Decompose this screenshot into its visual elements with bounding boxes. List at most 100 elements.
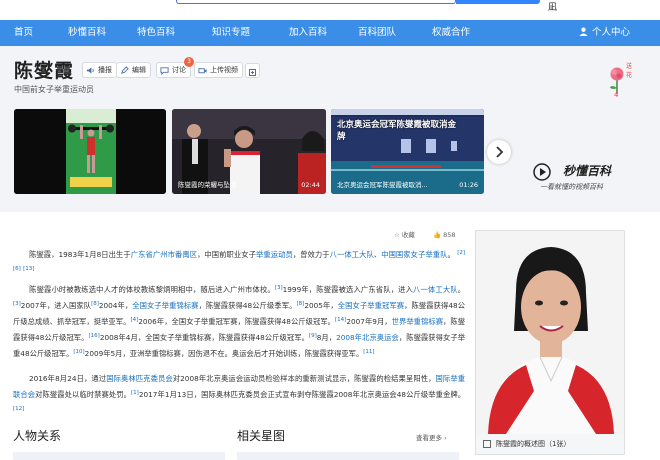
link-world-championship[interactable]: 世界举重锦标赛 [392,317,443,326]
view-more-label: 查看更多 [416,434,442,442]
play-logo-icon [533,163,551,181]
nav-item-join[interactable]: 加入百科 [289,20,327,46]
search-input[interactable] [176,0,456,4]
text: ，中国前职业女子 [197,250,256,259]
video-3-banner: 北京奥运会冠军陈燮霞被取消金牌 [337,120,457,142]
text: 2008年4月，全国女子举重锦标赛，陈燮霞获得48公斤级冠军。 [99,333,309,342]
link-national-champion-cup[interactable]: 全国女子举重冠军赛 [338,301,404,310]
chat-bubble-icon [160,67,169,75]
nav-item-team[interactable]: 百科团队 [358,20,396,46]
collect-button[interactable]: ☆ 收藏 [394,231,423,239]
video-2-duration: 02:44 [301,181,320,189]
broadcast-button[interactable]: 播报 [82,62,117,78]
summary-paragraph-3: 2016年8月24日，通过国际奥林匹克委员会对2008年北京奥运会运动员检验样本… [13,371,465,418]
link-national-team[interactable]: 中国国家女子举重队 [381,250,447,259]
section-title-album: 相关星图 [237,429,286,443]
discuss-label: 讨论 [172,66,186,74]
link-beijing-olympics[interactable]: 2008年北京奥运会 [336,333,399,342]
citation-ref[interactable]: [13] [23,266,34,272]
link-ioc[interactable]: 国际奥林匹克委员会 [106,374,173,383]
brand-slogan: 一看就懂的视频百科 [540,183,603,191]
like-button[interactable]: 👍 858 [433,231,464,239]
portrait-image [476,231,624,434]
add-button[interactable] [245,63,260,78]
citation-ref[interactable]: [3] [13,301,21,307]
citation-ref[interactable]: [1] [131,390,139,396]
nav-item-miaodong[interactable]: 秒懂百科 [68,20,106,46]
citation-ref[interactable]: [8] [91,301,99,307]
search-button[interactable] [456,0,540,4]
text: 2007年，进入国家队 [20,301,92,310]
top-cut-text: 凪 [548,3,558,13]
citation-ref[interactable]: [9] [309,333,317,339]
video-2-caption: 陈燮霞的荣耀与坠落 [178,181,237,189]
plus-icon [249,69,256,76]
citation-ref[interactable]: [16] [89,333,100,339]
photo-caption: 陈燮霞的概述图（1张） [496,440,571,448]
video-thumbnail-3[interactable]: 北京奥运会冠军陈燮霞被取消金牌 北京奥运会冠军陈燮霞被取消... 01:26 [331,109,484,194]
video-next-button[interactable] [487,140,511,164]
citation-ref[interactable]: [11] [363,349,374,355]
citation-ref[interactable]: [12] [13,406,24,412]
send-flower-button[interactable]: 送花 4 [604,60,634,102]
section-title-relations: 人物关系 [13,429,62,443]
text: ，曾效力于 [292,250,330,259]
discuss-count-badge: 3 [184,57,194,67]
summary-paragraph-1: 陈燮霞，1983年1月8日出生于广东省广州市番禺区，中国前职业女子举重运动员，曾… [13,246,465,278]
page-title: 陈燮霞 [14,60,75,82]
text: ，陈燮霞获得48公斤级季军。 [198,301,297,310]
video-thumbnail-2[interactable]: 陈燮霞的荣耀与坠落 02:44 [172,109,326,194]
text: 陈燮霞小时被教练选中人才的体校教练黎炳明相中，随后进入广州市体校。 [29,285,275,294]
text: 2016年8月24日，通过 [29,374,107,383]
text: 1999年，陈燮霞被选入广东省队，进入 [282,285,414,294]
link-bayi-team[interactable]: 八一体工大队 [413,285,458,294]
view-more-link[interactable]: 查看更多 › [416,432,447,442]
nav-item-topics[interactable]: 知识专题 [212,20,250,46]
link-weightlifter[interactable]: 举重运动员 [256,250,293,259]
user-icon [579,27,588,36]
photo-caption-bar[interactable]: 陈燮霞的概述图（1张） [476,434,624,454]
citation-ref[interactable]: [14] [335,317,346,323]
discuss-button[interactable]: 讨论 3 [156,57,194,78]
main-nav: 首页 秒懂百科 特色百科 知识专题 加入百科 百科团队 权威合作 个人中心 [0,20,660,46]
upload-video-button[interactable]: 上传视频 [194,62,243,78]
chevron-right-icon [496,146,504,158]
citation-ref[interactable]: [6] [13,266,21,272]
text: 2004年， [98,301,133,310]
video-thumbnail-1[interactable] [14,109,166,194]
text: 8月， [316,333,337,342]
link-national-championship[interactable]: 全国女子举重锦标赛 [132,301,198,310]
broadcast-label: 播报 [98,66,112,74]
nav-item-home[interactable]: 首页 [14,20,33,46]
nav-item-partners[interactable]: 权威合作 [432,20,470,46]
speaker-icon [86,67,94,74]
relations-card-edge [13,452,225,460]
video-camera-icon [198,68,207,74]
flower-count: 4 [614,91,619,99]
link-panyu[interactable]: 广东省广州市番禺区 [131,250,197,259]
citation-ref[interactable]: [2] [457,250,465,256]
video-3-caption: 北京奥运会冠军陈燮霞被取消... [337,181,428,189]
edit-button[interactable]: 编辑 [116,62,151,78]
miaodong-brand: 秒懂百科 一看就懂的视频百科 [530,160,640,196]
summary-photo[interactable]: 陈燮霞的概述图（1张） [475,230,625,455]
text: 2017年1月13日，国际奥林匹克委员会正式宣布剥夺陈燮霞2008年北京奥运会4… [138,390,466,399]
text: 2007年9月， [346,317,392,326]
summary-paragraph-2: 陈燮霞小时被教练选中人才的体校教练黎炳明相中，随后进入广州市体校。[3]1999… [13,281,465,361]
citation-ref[interactable]: [3] [275,285,283,291]
pencil-icon [121,66,129,74]
collect-label: 收藏 [401,231,415,239]
text: 2006年，全国女子举重冠军赛，陈燮霞获得48公斤级冠军。 [138,317,336,326]
citation-ref[interactable]: [10] [73,349,84,355]
link-bayi-team[interactable]: 八一体工大队 [330,250,374,259]
video-3-duration: 01:26 [459,181,478,189]
user-center-link[interactable]: 个人中心 [579,20,630,46]
video-1-image [14,109,166,194]
text: 2009年5月，亚洲举重锦标赛，因伤退不在。奥运会后才开始训练，陈燮霞获得亚军。 [84,349,364,358]
top-search-strip: 凪 [0,0,660,20]
text: 对2008年北京奥运会运动员检验样本的重新测试显示，陈燮霞的检结果呈阳性， [172,374,436,383]
album-icon [483,440,491,448]
text: 。 [447,250,455,259]
upload-video-label: 上传视频 [210,66,238,74]
nav-item-featured[interactable]: 特色百科 [137,20,175,46]
